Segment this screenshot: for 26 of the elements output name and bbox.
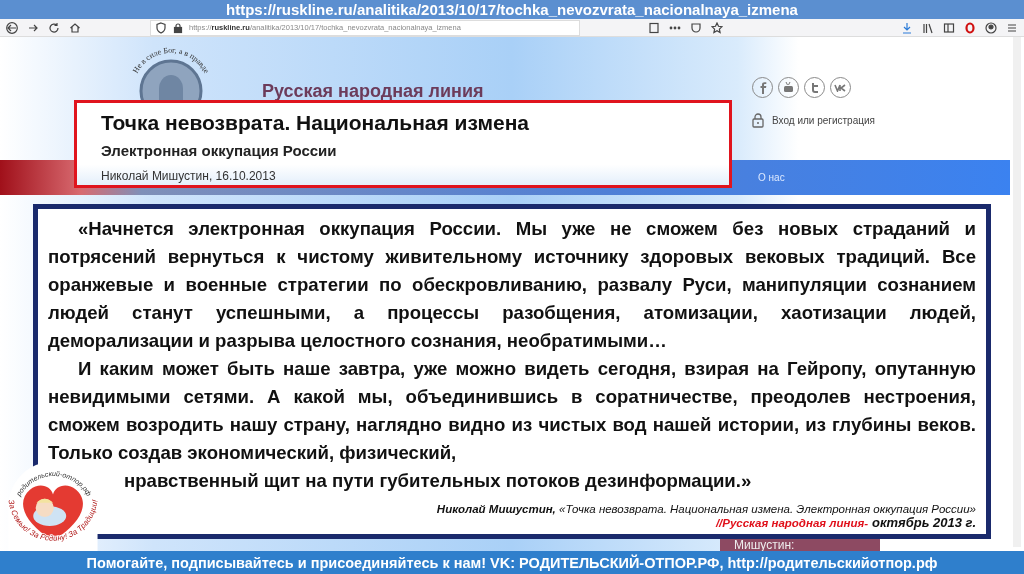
pocket-icon[interactable]: [690, 21, 702, 34]
lock-icon: [172, 21, 184, 34]
article-byline: Николай Мишустин, 16.10.2013: [101, 169, 277, 183]
url-title: https://ruskline.ru/analitika/2013/10/17/tochka_nevozvrata_nacionalnaya_izmena: [226, 1, 798, 18]
star-icon[interactable]: [711, 21, 723, 34]
opera-icon[interactable]: [964, 21, 976, 34]
download-icon[interactable]: [901, 21, 913, 34]
shield-icon: [155, 21, 167, 34]
quote-paragraph: «Начнется электронная оккупация России. Мы уже не сможем без новых страданий и потрясений вернуться к чистому живительному источнику здоровых вековых традиций. Все оранжевые и военные стратегии по обескровливанию, развалу Руси, манипуляции сознанием людей станут успешными, а процессы разобщения, атомизации, хаотизации людей, деморализации и разрыва целостного сознания, необратимыми…: [48, 217, 976, 353]
account-icon[interactable]: [985, 21, 997, 34]
article-subtitle: Электронная оккупация России: [101, 142, 338, 159]
footer-text: Помогайте, подписывайтесь и присоединяйтесь к нам! VK: РОДИТЕЛЬСКИЙ-ОТПОР.РФ, http://родительскийотпор.рф: [86, 554, 938, 571]
quote-date: октябрь 2013 г.: [872, 515, 976, 530]
login-link[interactable]: Вход или регистрация: [772, 115, 875, 126]
home-icon[interactable]: [69, 21, 81, 34]
back-icon[interactable]: [6, 21, 18, 34]
quote-attribution: Николай Мишустин, «Точка невозврата. Национальная измена. Электронная оккупация России»: [436, 503, 976, 515]
reload-icon[interactable]: [48, 21, 60, 34]
reader-icon[interactable]: [648, 21, 660, 34]
quote-source: //Русская народная линия-: [715, 517, 868, 529]
lock-icon: [752, 113, 764, 128]
library-icon[interactable]: [922, 21, 934, 34]
site-name[interactable]: Русская народная линия: [262, 81, 484, 102]
quote-paragraph: нравственный щит на пути губительных потоков дезинформации.»: [124, 469, 752, 493]
sidebar-icon[interactable]: [943, 21, 955, 34]
article-title: Точка невозврата. Национальная измена: [101, 111, 531, 135]
